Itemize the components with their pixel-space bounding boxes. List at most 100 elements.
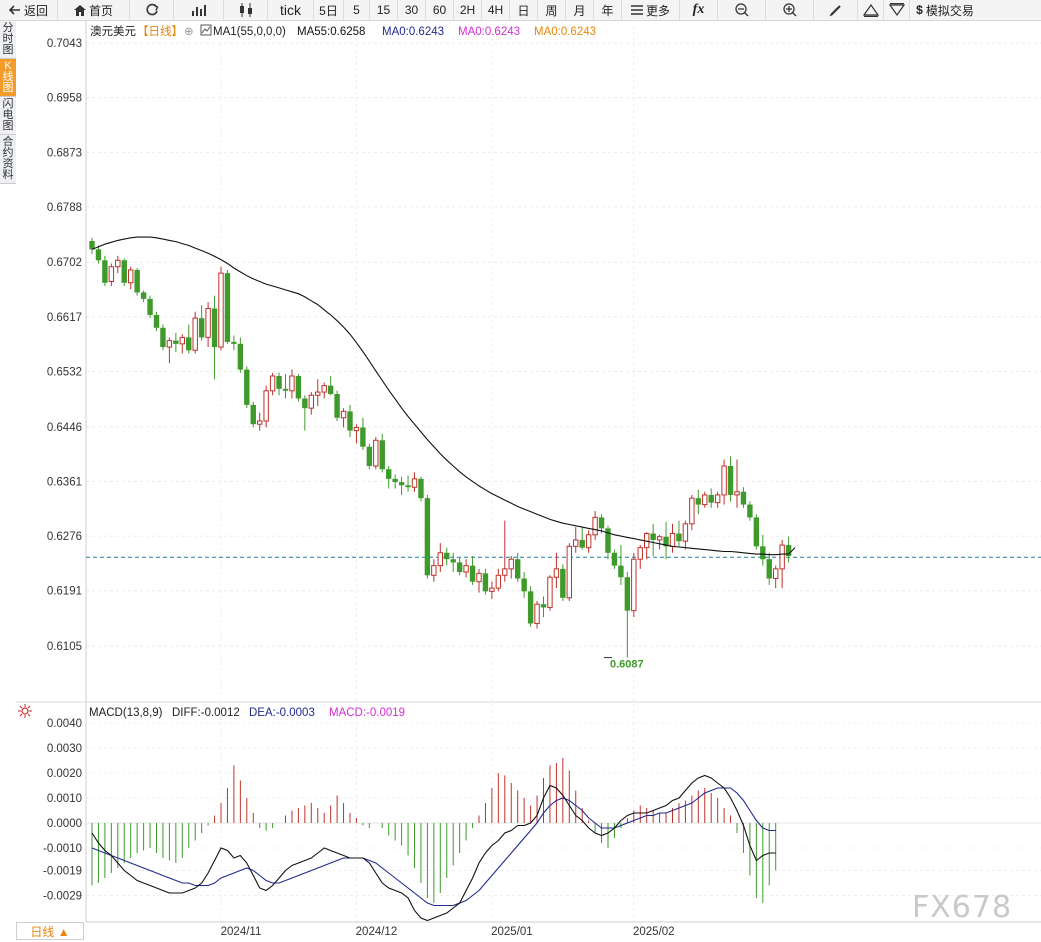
candle-body — [237, 343, 244, 370]
candle-body — [128, 269, 134, 284]
candle-body — [134, 269, 140, 293]
candle-body — [650, 533, 656, 540]
macd-y-axis: 0.0040 0.0030 0.0020 0.0010 0.0000 -0.0010 -0.… — [43, 718, 82, 903]
candle-body — [166, 340, 173, 348]
candle-body — [592, 516, 598, 536]
candle-body — [482, 573, 489, 592]
chart-canvas[interactable]: 0.7043 0.6958 0.6873 0.6788 0.6702 0.6617 0.65… — [0, 0, 1041, 942]
price-tick-label: 0.6873 — [47, 147, 82, 159]
macd-macd-value: MACD:-0.0019 — [329, 707, 405, 719]
candle-body — [282, 388, 289, 391]
candle-body — [534, 603, 540, 625]
candle-body — [379, 440, 385, 470]
candle-body — [224, 273, 231, 342]
candle-body — [618, 565, 624, 578]
macd-legend: MACD(13,8,9) DIFF:-0.0012 DEA:-0.0003 MA… — [18, 704, 405, 719]
candle-body — [340, 410, 347, 419]
candle-body — [95, 249, 102, 261]
x-tick-label: 2024/11 — [221, 926, 262, 938]
candle-body — [740, 491, 747, 505]
candle-body — [521, 578, 527, 592]
candle-body — [515, 559, 521, 579]
macd-tick-label: -0.0019 — [43, 866, 82, 878]
price-tick-label: 0.6958 — [47, 93, 82, 105]
ma0-value-blue: MA0:0.6243 — [382, 26, 444, 38]
candle-body — [244, 369, 250, 405]
ma55-value: MA55:0.6258 — [297, 26, 365, 38]
candle-body — [411, 478, 418, 488]
candle-body — [695, 498, 701, 505]
candle-body — [502, 568, 508, 576]
candle-body — [708, 494, 714, 503]
macd-tick-label: 0.0010 — [47, 793, 82, 805]
candle-body — [431, 565, 437, 576]
candle-body — [353, 426, 360, 432]
candle-body — [121, 260, 127, 283]
candle-body — [476, 572, 482, 583]
candle-body — [315, 391, 321, 396]
price-tick-label: 0.6105 — [47, 641, 82, 653]
candle-body — [153, 314, 160, 328]
candle-body — [366, 446, 373, 466]
candle-body — [192, 317, 198, 351]
candle-body — [721, 465, 727, 496]
candle-body — [218, 272, 224, 348]
candle-body — [392, 478, 398, 483]
candle-body — [540, 604, 547, 608]
x-tick-label: 2024/12 — [356, 926, 398, 938]
ma0-value-magenta: MA0:0.6243 — [458, 26, 520, 38]
macd-tick-label: 0.0020 — [47, 768, 82, 780]
period-badge: 【日线】 — [137, 24, 183, 38]
candle-body — [108, 266, 115, 283]
candle-body — [257, 420, 263, 425]
candle-body — [398, 482, 405, 486]
candle-body — [424, 498, 431, 576]
period-selector-tab[interactable]: 日线 ▲ — [16, 922, 84, 940]
candle-body — [211, 308, 218, 348]
candle-body — [766, 559, 772, 579]
instrument-title: 澳元美元 — [90, 24, 136, 38]
ma0-value-orange: MA0:0.6243 — [534, 26, 596, 38]
candle-body — [527, 591, 534, 624]
candle-body — [669, 533, 676, 547]
price-legend: 澳元美元 【日线】 ⊕ MA1(55,0,0,0) MA55:0.6258 MA… — [90, 24, 596, 38]
price-tick-label: 0.7043 — [47, 38, 82, 50]
candle-body — [437, 552, 444, 567]
candle-body — [637, 547, 643, 560]
candle-body — [598, 517, 605, 529]
macd-tick-label: 0.0000 — [47, 818, 82, 830]
candle-body — [295, 376, 302, 399]
candle-body — [160, 327, 166, 348]
macd-tick-label: 0.0040 — [47, 718, 82, 730]
candle-body — [553, 568, 560, 578]
candle-body — [373, 439, 379, 467]
candle-body — [269, 375, 276, 392]
candle-body — [682, 523, 689, 542]
price-tick-label: 0.6191 — [47, 586, 82, 598]
settings-circle-icon[interactable]: ⊕ — [184, 26, 194, 38]
candle-body — [302, 398, 308, 409]
candle-body — [263, 390, 269, 422]
x-axis: 2024/11 2024/12 2025/01 2025/02 — [221, 926, 675, 938]
candle-body — [276, 376, 282, 389]
candle-body — [566, 545, 572, 599]
candle-body — [173, 340, 179, 344]
candle-body — [734, 491, 740, 496]
candle-body — [289, 375, 295, 392]
candle-body — [727, 466, 734, 495]
candle-body — [753, 517, 760, 547]
candle-body — [386, 469, 392, 479]
macd-settings-icon[interactable] — [18, 704, 32, 718]
candle-body — [321, 385, 327, 393]
macd-diff-value: DIFF:-0.0012 — [172, 707, 240, 719]
price-tick-label: 0.6617 — [47, 312, 82, 324]
price-y-axis: 0.7043 0.6958 0.6873 0.6788 0.6702 0.6617 0.65… — [47, 38, 82, 653]
candle-body — [489, 587, 495, 592]
candle-body — [631, 558, 637, 612]
candle-body — [147, 298, 153, 315]
candle-body — [102, 260, 108, 283]
candle-body — [186, 337, 192, 351]
watermark: FX678 — [912, 890, 1013, 925]
candle-body — [463, 565, 469, 573]
ma-header: MA1(55,0,0,0) — [213, 26, 286, 38]
